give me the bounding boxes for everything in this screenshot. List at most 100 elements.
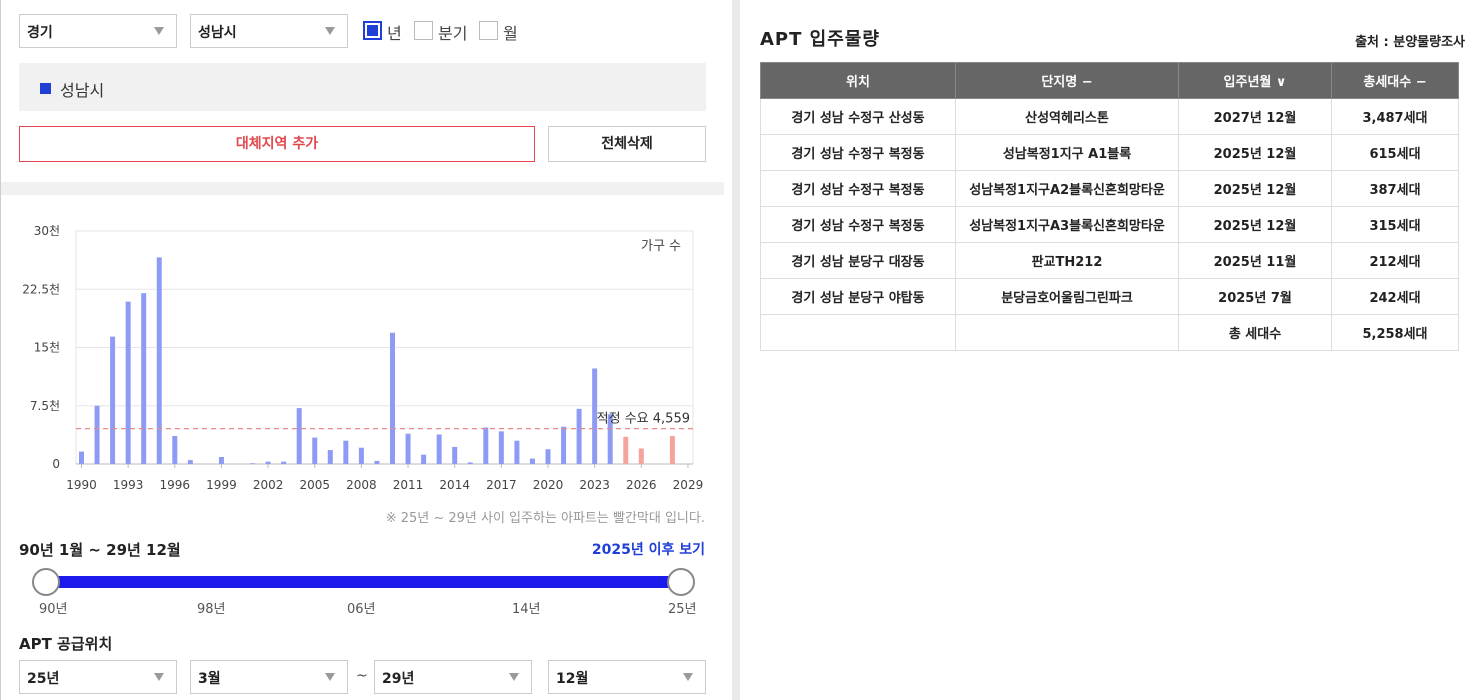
selected-region-label: 성남시 (60, 81, 105, 100)
table-row[interactable]: 경기 성남 분당구 대장동 판교TH212 2025년 11월 212세대 (760, 242, 1459, 279)
cell-move-in: 2025년 12월 (1178, 206, 1332, 243)
bar-2005[interactable] (312, 437, 318, 464)
chevron-down-icon (154, 27, 164, 35)
range-tick: 25년 (668, 602, 697, 617)
bar-2019[interactable] (529, 458, 535, 464)
bar-2017[interactable] (498, 431, 504, 464)
cell-households: 3,487세대 (1331, 98, 1459, 135)
bar-2009[interactable] (374, 460, 380, 464)
bar-1992[interactable] (110, 336, 116, 464)
range-tick: 14년 (512, 602, 541, 617)
col-header-complex[interactable]: 단지명 − (955, 62, 1179, 99)
bar-2008[interactable] (358, 447, 364, 464)
bar-1993[interactable] (125, 301, 131, 464)
bar-2028[interactable] (669, 436, 675, 464)
x-tick-label: 1996 (160, 478, 191, 492)
apt-supply-title: APT 입주물량 (760, 29, 880, 50)
x-tick-label: 2023 (579, 478, 610, 492)
from-month-select[interactable]: 3월 (190, 660, 348, 694)
bar-1990[interactable] (79, 451, 84, 464)
bar-2001[interactable] (250, 463, 256, 464)
panel-divider (732, 0, 740, 700)
table-row[interactable]: 경기 성남 수정구 복정동 성남복정1지구A2블록신혼희망타운 2025년 12… (760, 170, 1459, 207)
cell-complex: 산성역헤리스톤 (955, 98, 1179, 135)
y-tick-label: 0 (52, 457, 60, 471)
range-tick: 98년 (197, 602, 226, 617)
city-select[interactable]: 성남시 (190, 14, 348, 48)
x-tick-label: 2017 (486, 478, 517, 492)
chart-legend-label: 가구 수 (641, 239, 681, 254)
checkbox-unchecked-icon (414, 21, 433, 40)
from-year-select[interactable]: 25년 (19, 660, 177, 694)
bar-2016[interactable] (483, 427, 489, 464)
bar-2020[interactable] (545, 449, 551, 464)
table-row[interactable]: 경기 성남 분당구 야탑동 분당금호어울림그린파크 2025년 7월 242세대 (760, 278, 1459, 315)
left-panel: 경기 성남시 년 분기 월 성남시 대체지역 추가 전체삭제 30천 22.5천 1… (0, 0, 732, 700)
x-tick-label: 2026 (626, 478, 657, 492)
table-row[interactable]: 경기 성남 수정구 산성동 산성역헤리스톤 2027년 12월 3,487세대 (760, 98, 1459, 135)
to-year-select[interactable]: 29년 (374, 660, 532, 694)
range-slider-track[interactable] (46, 576, 681, 588)
bar-2011[interactable] (405, 433, 411, 464)
from-month-value: 3월 (198, 671, 221, 687)
bar-1994[interactable] (141, 293, 147, 464)
bar-2018[interactable] (514, 440, 520, 464)
bar-2006[interactable] (327, 450, 333, 464)
bar-2010[interactable] (390, 332, 395, 464)
chevron-down-icon (683, 673, 693, 681)
x-tick-label: 1993 (113, 478, 144, 492)
bar-1991[interactable] (94, 405, 100, 464)
delete-all-button[interactable]: 전체삭제 (548, 126, 706, 162)
bar-2021[interactable] (561, 426, 567, 464)
to-month-select[interactable]: 12월 (548, 660, 706, 694)
city-select-value: 성남시 (198, 25, 237, 41)
x-tick-label: 2029 (673, 478, 704, 492)
range-tick: 06년 (347, 602, 376, 617)
col-header-move-in[interactable]: 입주년월 ∨ (1178, 62, 1332, 99)
bar-2002[interactable] (265, 461, 271, 464)
bar-1997[interactable] (187, 460, 193, 464)
period-quarter-label: 분기 (438, 24, 468, 43)
bar-2026[interactable] (638, 448, 644, 464)
range-label: 90년 1월 ~ 29년 12월 (19, 541, 181, 559)
period-month-label: 월 (503, 24, 518, 43)
supply-bar-chart: 30천 22.5천 15천 7.5천 0 1990 1993 1996 1999 2002 2005… (22, 223, 704, 492)
x-tick-label: 1990 (66, 478, 97, 492)
cell-empty (955, 314, 1179, 351)
bar-2003[interactable] (281, 461, 287, 464)
chevron-down-icon (154, 673, 164, 681)
bar-2012[interactable] (421, 454, 427, 464)
cell-move-in: 2025년 11월 (1178, 242, 1332, 279)
bar-2015[interactable] (467, 462, 473, 464)
section-divider (1, 182, 724, 195)
range-slider-end-handle[interactable] (667, 568, 695, 596)
from-year-value: 25년 (27, 671, 60, 687)
col-header-location: 위치 (760, 62, 956, 99)
bar-1999[interactable] (218, 457, 224, 464)
cell-complex: 분당금호어울림그린파크 (955, 278, 1179, 315)
bar-2014[interactable] (452, 446, 458, 464)
cell-location: 경기 성남 분당구 야탑동 (760, 278, 956, 315)
region-color-swatch-icon (40, 83, 51, 94)
chevron-down-icon (509, 673, 519, 681)
cell-move-in: 2025년 7월 (1178, 278, 1332, 315)
x-tick-label: 1999 (206, 478, 237, 492)
bar-2007[interactable] (343, 440, 349, 464)
bar-2022[interactable] (576, 408, 582, 464)
bar-2013[interactable] (436, 434, 442, 464)
x-tick-label: 2005 (299, 478, 330, 492)
bar-2004[interactable] (296, 408, 302, 464)
add-alternative-region-button[interactable]: 대체지역 추가 (19, 126, 535, 162)
province-select[interactable]: 경기 (19, 14, 177, 48)
col-header-households[interactable]: 총세대수 − (1331, 62, 1459, 99)
right-panel: APT 입주물량 출처 : 분양물량조사 위치 단지명 − 입주년월 ∨ 총세대… (740, 0, 1477, 700)
bar-1995[interactable] (156, 257, 162, 464)
bar-2025[interactable] (623, 436, 629, 464)
range-slider-start-handle[interactable] (32, 568, 60, 596)
table-row[interactable]: 경기 성남 수정구 복정동 성남복정1지구A3블록신혼희망타운 2025년 12… (760, 206, 1459, 243)
to-month-value: 12월 (556, 671, 589, 687)
table-row[interactable]: 경기 성남 수정구 복정동 성남복정1지구 A1블록 2025년 12월 615… (760, 134, 1459, 171)
view-after-2025-link[interactable]: 2025년 이후 보기 (592, 539, 705, 559)
y-tick-label: 7.5천 (30, 398, 60, 413)
bar-1996[interactable] (172, 436, 178, 464)
